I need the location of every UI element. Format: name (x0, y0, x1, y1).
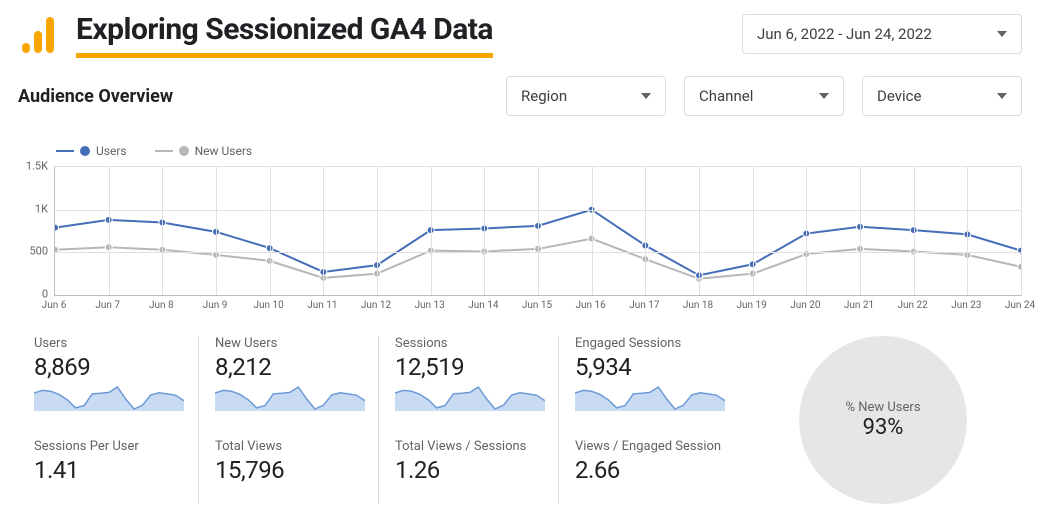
filters: Region Channel Device (506, 76, 1022, 116)
chart-plot-area[interactable] (54, 166, 1022, 296)
y-tick-label: 1.5K (26, 160, 48, 173)
chevron-down-icon (819, 93, 829, 99)
gauge-wrap: % New Users 93% (738, 336, 1022, 504)
section-title: Audience Overview (18, 86, 173, 107)
x-tick-label: Jun 15 (522, 300, 552, 311)
metric-label: Engaged Sessions (575, 336, 722, 351)
x-tick-label: Jun 8 (149, 300, 174, 311)
main-chart: 05001K1.5K Jun 6Jun 7Jun 8Jun 9Jun 10Jun… (18, 166, 1022, 314)
metric-label: Total Views (215, 439, 362, 454)
metric-value: 15,796 (215, 456, 362, 484)
x-tick-label: Jun 23 (951, 300, 981, 311)
metric-column: Sessions 12,519 Total Views / Sessions 1… (378, 336, 558, 504)
metric-value: 2.66 (575, 456, 722, 484)
metrics-row: Users 8,869 Sessions Per User 1.41 New U… (18, 336, 1022, 504)
metric-sessions[interactable]: Sessions 12,519 (395, 336, 542, 425)
legend-dot-icon (80, 146, 90, 156)
x-tick-label: Jun 19 (737, 300, 767, 311)
gauge-value: 93% (863, 415, 904, 440)
metric-label: Sessions (395, 336, 542, 351)
metric-label: Users (34, 336, 182, 351)
x-tick-label: Jun 13 (415, 300, 445, 311)
x-tick-label: Jun 10 (254, 300, 284, 311)
metric-total-views[interactable]: Total Views 15,796 (215, 439, 362, 494)
header: Exploring Sessionized GA4 Data Jun 6, 20… (18, 12, 1022, 58)
x-tick-label: Jun 11 (307, 300, 337, 311)
legend-line-icon (56, 150, 74, 152)
google-analytics-icon (18, 13, 62, 57)
legend-label: New Users (195, 144, 253, 158)
metric-value: 1.41 (34, 456, 182, 484)
y-tick-label: 0 (42, 288, 48, 301)
sparkline (575, 385, 725, 411)
metric-label: Views / Engaged Session (575, 439, 722, 454)
title-underline (76, 53, 493, 58)
legend-users[interactable]: Users (56, 144, 127, 158)
metric-engaged-sessions[interactable]: Engaged Sessions 5,934 (575, 336, 722, 425)
metric-new-users[interactable]: New Users 8,212 (215, 336, 362, 425)
metric-value: 8,869 (34, 353, 182, 381)
filter-channel[interactable]: Channel (684, 76, 844, 116)
x-tick-label: Jun 24 (1005, 300, 1035, 311)
legend-new-users[interactable]: New Users (155, 144, 253, 158)
x-tick-label: Jun 7 (95, 300, 120, 311)
metric-sessions-per-user[interactable]: Sessions Per User 1.41 (34, 439, 182, 494)
filter-label: Region (521, 87, 567, 105)
metric-value: 12,519 (395, 353, 542, 381)
page-title: Exploring Sessionized GA4 Data (76, 12, 493, 47)
date-range-selector[interactable]: Jun 6, 2022 - Jun 24, 2022 (742, 14, 1022, 54)
x-tick-label: Jun 12 (361, 300, 391, 311)
metric-value: 1.26 (395, 456, 542, 484)
gauge-label: % New Users (845, 400, 920, 415)
title-wrap: Exploring Sessionized GA4 Data (18, 12, 493, 58)
metric-column: New Users 8,212 Total Views 15,796 (198, 336, 378, 504)
sparkline (34, 385, 184, 411)
metric-label: Sessions Per User (34, 439, 182, 454)
x-axis: Jun 6Jun 7Jun 8Jun 9Jun 10Jun 11Jun 12Ju… (54, 296, 1022, 314)
legend-dot-icon (179, 146, 189, 156)
toolbar: Audience Overview Region Channel Device (18, 76, 1022, 116)
metric-column: Engaged Sessions 5,934 Views / Engaged S… (558, 336, 738, 504)
metric-value: 8,212 (215, 353, 362, 381)
sparkline (215, 385, 365, 411)
pct-new-users-gauge[interactable]: % New Users 93% (799, 336, 967, 504)
legend-line-icon (155, 150, 173, 152)
chevron-down-icon (997, 31, 1007, 37)
chart-legend: Users New Users (56, 144, 1022, 158)
x-tick-label: Jun 18 (683, 300, 713, 311)
legend-label: Users (96, 144, 127, 158)
y-tick-label: 500 (29, 245, 48, 258)
metric-users[interactable]: Users 8,869 (34, 336, 182, 425)
metric-views-per-engaged[interactable]: Views / Engaged Session 2.66 (575, 439, 722, 494)
filter-label: Channel (699, 87, 753, 105)
filter-device[interactable]: Device (862, 76, 1022, 116)
metric-column: Users 8,869 Sessions Per User 1.41 (18, 336, 198, 504)
x-tick-label: Jun 14 (468, 300, 498, 311)
y-tick-label: 1K (35, 202, 48, 215)
x-tick-label: Jun 22 (898, 300, 928, 311)
x-tick-label: Jun 20 (790, 300, 820, 311)
filter-region[interactable]: Region (506, 76, 666, 116)
filter-label: Device (877, 87, 921, 105)
x-tick-label: Jun 6 (42, 300, 67, 311)
x-tick-label: Jun 16 (576, 300, 606, 311)
metric-views-per-session[interactable]: Total Views / Sessions 1.26 (395, 439, 542, 494)
title-block: Exploring Sessionized GA4 Data (76, 12, 493, 58)
y-axis: 05001K1.5K (18, 166, 52, 292)
metric-value: 5,934 (575, 353, 722, 381)
metric-label: New Users (215, 336, 362, 351)
chevron-down-icon (997, 93, 1007, 99)
x-tick-label: Jun 21 (844, 300, 874, 311)
x-tick-label: Jun 17 (629, 300, 659, 311)
metric-label: Total Views / Sessions (395, 439, 542, 454)
x-tick-label: Jun 9 (203, 300, 228, 311)
sparkline (395, 385, 545, 411)
chevron-down-icon (641, 93, 651, 99)
date-range-text: Jun 6, 2022 - Jun 24, 2022 (757, 25, 932, 43)
